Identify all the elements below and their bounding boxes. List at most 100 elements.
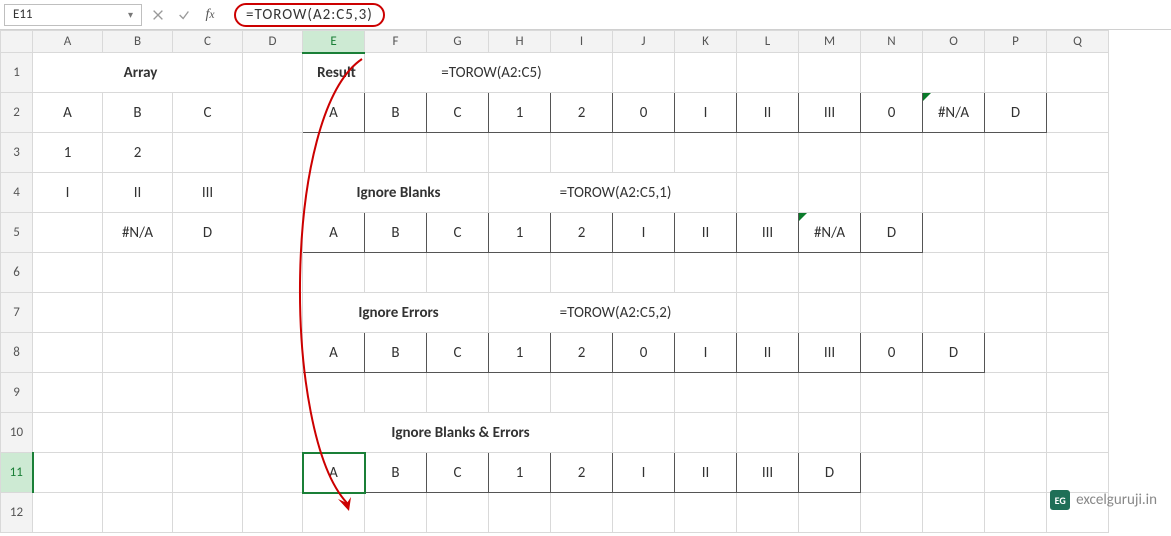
cell[interactable] <box>173 453 243 493</box>
cell[interactable]: A <box>303 213 365 253</box>
col-header[interactable]: N <box>861 31 923 53</box>
cell[interactable] <box>613 413 675 453</box>
row-header[interactable]: 10 <box>1 413 33 453</box>
row-header[interactable]: 2 <box>1 93 33 133</box>
formula-input[interactable]: =TOROW(A2:C5,3) <box>226 4 1167 26</box>
cell[interactable] <box>861 453 923 493</box>
cell[interactable] <box>675 373 737 413</box>
cell[interactable] <box>103 373 173 413</box>
cell[interactable] <box>985 373 1047 413</box>
cell[interactable] <box>675 253 737 293</box>
cell[interactable]: III <box>737 213 799 253</box>
row-header[interactable]: 11 <box>1 453 33 493</box>
cell[interactable] <box>243 373 303 413</box>
col-header[interactable]: J <box>613 31 675 53</box>
cell[interactable] <box>103 253 173 293</box>
cell[interactable]: 2 <box>551 333 613 373</box>
cell[interactable]: III <box>799 93 861 133</box>
cell[interactable] <box>1047 413 1109 453</box>
cell[interactable] <box>303 493 365 533</box>
row-header[interactable]: 1 <box>1 53 33 93</box>
cell[interactable] <box>985 493 1047 533</box>
cell[interactable] <box>613 53 675 93</box>
cell[interactable] <box>799 133 861 173</box>
cell[interactable] <box>861 133 923 173</box>
cell[interactable] <box>173 253 243 293</box>
col-header[interactable]: C <box>173 31 243 53</box>
cell[interactable] <box>243 93 303 133</box>
cell[interactable] <box>799 53 861 93</box>
cell[interactable] <box>799 253 861 293</box>
cell[interactable] <box>1047 173 1109 213</box>
cell[interactable] <box>737 253 799 293</box>
cell[interactable]: II <box>737 333 799 373</box>
cell[interactable] <box>923 133 985 173</box>
cell[interactable]: #N/A <box>799 213 861 253</box>
cell[interactable] <box>243 333 303 373</box>
cell[interactable] <box>33 293 103 333</box>
cell[interactable] <box>551 493 613 533</box>
cell[interactable]: I <box>613 213 675 253</box>
cell[interactable]: 1 <box>489 453 551 493</box>
cell[interactable]: C <box>427 213 489 253</box>
formula-ignore-errors[interactable]: =TOROW(A2:C5,2) <box>489 293 737 333</box>
label-ignore-both[interactable]: Ignore Blanks & Errors <box>303 413 613 453</box>
cell[interactable] <box>243 213 303 253</box>
cell[interactable]: C <box>427 93 489 133</box>
cell[interactable]: A <box>303 93 365 133</box>
cell[interactable]: D <box>173 213 243 253</box>
cell[interactable] <box>923 213 985 253</box>
cell[interactable] <box>243 53 303 93</box>
cell[interactable] <box>799 493 861 533</box>
cell[interactable]: B <box>365 213 427 253</box>
cell[interactable] <box>1047 133 1109 173</box>
cell[interactable]: 1 <box>33 133 103 173</box>
cell[interactable] <box>613 253 675 293</box>
col-header[interactable]: Q <box>1047 31 1109 53</box>
cell[interactable] <box>489 373 551 413</box>
cell[interactable] <box>243 173 303 213</box>
cell[interactable] <box>985 173 1047 213</box>
cell[interactable]: A <box>303 333 365 373</box>
cell[interactable] <box>1047 93 1109 133</box>
col-header[interactable]: H <box>489 31 551 53</box>
cell[interactable] <box>243 253 303 293</box>
cell[interactable] <box>365 493 427 533</box>
label-array[interactable]: Array <box>33 53 243 93</box>
cell[interactable]: 2 <box>551 213 613 253</box>
cell[interactable] <box>613 373 675 413</box>
cell[interactable] <box>613 493 675 533</box>
cell[interactable]: #N/A <box>923 93 985 133</box>
col-header[interactable]: B <box>103 31 173 53</box>
cell[interactable]: 1 <box>489 213 551 253</box>
cell[interactable] <box>861 293 923 333</box>
cell[interactable]: #N/A <box>103 213 173 253</box>
cell[interactable] <box>799 373 861 413</box>
cell[interactable] <box>861 173 923 213</box>
cell[interactable] <box>243 453 303 493</box>
cell[interactable] <box>173 373 243 413</box>
cell[interactable] <box>985 253 1047 293</box>
cell[interactable] <box>33 493 103 533</box>
col-header[interactable]: A <box>33 31 103 53</box>
cell[interactable] <box>427 253 489 293</box>
cancel-icon[interactable] <box>148 4 168 26</box>
cell[interactable]: C <box>173 93 243 133</box>
col-header[interactable]: I <box>551 31 613 53</box>
cell[interactable] <box>243 493 303 533</box>
cell[interactable]: A <box>33 93 103 133</box>
cell[interactable]: D <box>799 453 861 493</box>
cell[interactable] <box>737 413 799 453</box>
cell[interactable] <box>303 253 365 293</box>
cell[interactable] <box>985 133 1047 173</box>
cell[interactable] <box>675 53 737 93</box>
cell[interactable] <box>923 413 985 453</box>
cell[interactable] <box>173 133 243 173</box>
cell[interactable] <box>33 213 103 253</box>
col-header[interactable]: G <box>427 31 489 53</box>
cell[interactable]: II <box>675 213 737 253</box>
cell[interactable]: B <box>365 453 427 493</box>
fx-icon[interactable]: fx <box>200 4 220 26</box>
row-header[interactable]: 12 <box>1 493 33 533</box>
cell[interactable] <box>173 293 243 333</box>
